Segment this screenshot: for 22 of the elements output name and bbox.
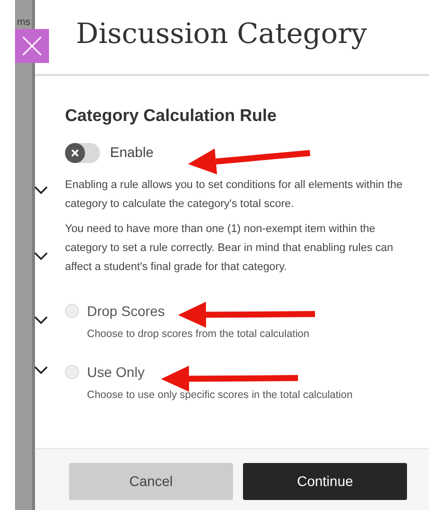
radio-button[interactable] [65, 304, 79, 318]
close-button[interactable] [15, 29, 49, 63]
radio-button[interactable] [65, 365, 79, 379]
description-text: You need to have more than one (1) non-exempt item within the category to set a rule correctly. Bear in mind that enabling rules can affect a student's final grade for that category. [65, 222, 394, 275]
option-description: Choose to drop scores from the total calculation [87, 327, 310, 342]
enable-toggle[interactable] [65, 142, 100, 162]
option-label: Drop Scores [87, 302, 165, 321]
continue-button[interactable]: Continue [243, 463, 407, 500]
sidebar-label: ms [17, 18, 30, 28]
chevron-down-icon[interactable] [34, 316, 48, 325]
toggle-label: Enable [110, 143, 154, 162]
chevron-down-icon[interactable] [34, 252, 48, 261]
chevron-down-icon[interactable] [34, 186, 48, 195]
description-text: Enabling a rule allows you to set conditions for all elements within the category to calculate the category's total score. [65, 178, 404, 212]
dialog-title: Discussion Category [76, 16, 368, 52]
section-title: Category Calculation Rule [65, 105, 278, 127]
cancel-button[interactable]: Cancel [69, 463, 233, 500]
close-icon [21, 35, 43, 57]
chevron-down-icon[interactable] [34, 366, 48, 375]
option-label: Use Only [87, 363, 145, 382]
close-icon [71, 148, 79, 156]
option-description: Choose to use only specific scores in the total calculation [87, 388, 353, 403]
